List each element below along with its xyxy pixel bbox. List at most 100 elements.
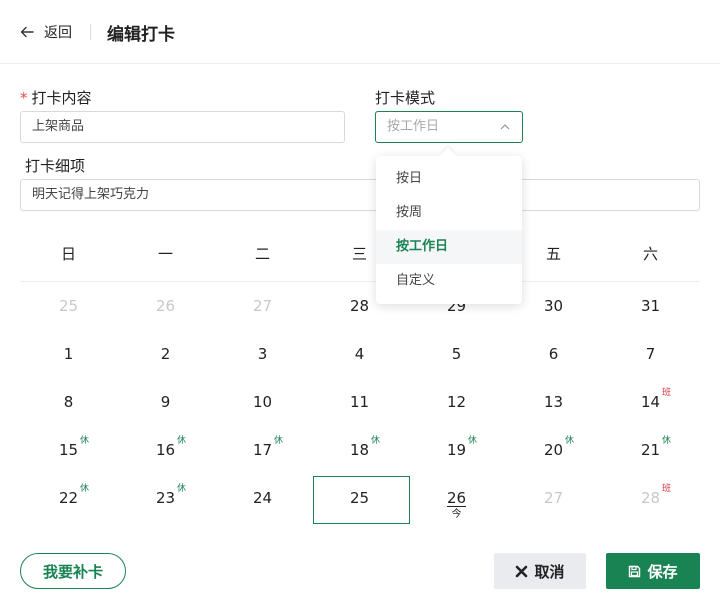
calendar-day[interactable]: 21 休 [602, 426, 699, 474]
calendar-day[interactable]: 2 [117, 330, 214, 378]
header: 返回 编辑打卡 [0, 0, 720, 64]
day-number: 3 [257, 345, 268, 363]
day-number: 23 [155, 489, 176, 507]
day-number: 27 [252, 297, 273, 315]
calendar-weekdays: 日一二三四五六 [20, 230, 700, 282]
mode-option[interactable]: 按周 [376, 196, 522, 230]
calendar-day[interactable]: 10 [214, 378, 311, 426]
calendar-day[interactable]: 26 [117, 282, 214, 330]
calendar-day[interactable]: 3 [214, 330, 311, 378]
rest-day-badge: 休 [565, 436, 575, 446]
day-number: 2 [160, 345, 171, 363]
rest-day-badge: 休 [468, 436, 478, 446]
rest-day-badge: 休 [80, 484, 90, 494]
calendar-day[interactable]: 15 休 [20, 426, 117, 474]
calendar-day[interactable]: 11 [311, 378, 408, 426]
work-day-badge: 班 [662, 484, 672, 494]
calendar-day[interactable]: 23 休 [117, 474, 214, 522]
calendar-day[interactable]: 25 [311, 474, 410, 524]
day-number: 19 [446, 441, 467, 459]
rest-day-badge: 休 [80, 436, 90, 446]
day-number: 11 [349, 393, 370, 411]
weekday-label: 二 [254, 245, 270, 263]
save-button-label: 保存 [647, 562, 678, 581]
content-label-text: 打卡内容 [31, 89, 92, 107]
day-number: 25 [349, 489, 370, 507]
calendar-day[interactable]: 1 [20, 330, 117, 378]
mode-dropdown: 按日 按周 按工作日 自定义 [376, 147, 522, 304]
calendar-day[interactable]: 28 班 [602, 474, 699, 522]
day-number: 15 [58, 441, 79, 459]
calendar-day[interactable]: 5 [408, 330, 505, 378]
rest-day-badge: 休 [371, 436, 381, 446]
cancel-button-label: 取消 [534, 562, 565, 581]
save-icon [629, 565, 641, 577]
detail-input[interactable]: 明天记得上架巧克力 [20, 179, 700, 211]
day-number: 12 [446, 393, 467, 411]
calendar-day[interactable]: 27 [505, 474, 602, 522]
day-number: 24 [252, 489, 273, 507]
day-number: 21 [640, 441, 661, 459]
day-number: 30 [543, 297, 564, 315]
mode-option[interactable]: 自定义 [376, 264, 522, 298]
content-input[interactable]: 上架商品 [20, 111, 345, 143]
weekday-label: 一 [157, 245, 173, 263]
day-number: 31 [640, 297, 661, 315]
mode-option[interactable]: 按日 [376, 162, 522, 196]
back-button[interactable]: 返回 [20, 22, 72, 42]
calendar-day[interactable]: 16 休 [117, 426, 214, 474]
rest-day-badge: 休 [662, 436, 672, 446]
calendar-day[interactable]: 17 休 [214, 426, 311, 474]
rest-day-badge: 休 [274, 436, 284, 446]
calendar-day[interactable]: 20 休 [505, 426, 602, 474]
work-day-badge: 班 [662, 388, 672, 398]
day-number: 4 [354, 345, 365, 363]
calendar-grid: 25 26 27 28 29 30 31 1 2 3 4 5 6 7 8 9 10 11 12 13 14 班 15 休 16 休… [20, 282, 700, 524]
back-label: 返回 [44, 25, 72, 41]
day-number: 13 [543, 393, 564, 411]
day-number: 7 [645, 345, 656, 363]
calendar-day[interactable]: 4 [311, 330, 408, 378]
calendar-day[interactable]: 31 [602, 282, 699, 330]
detail-label: 打卡细项 [25, 157, 86, 175]
day-number: 5 [451, 345, 462, 363]
day-number: 1 [63, 345, 74, 363]
day-number: 6 [548, 345, 559, 363]
day-number: 14 [640, 393, 661, 411]
mode-select[interactable]: 按工作日 [375, 111, 523, 143]
calendar-day[interactable]: 26 今 [408, 474, 505, 522]
day-number: 17 [252, 441, 273, 459]
weekday-label: 日 [60, 245, 76, 263]
chevron-up-icon [500, 124, 510, 130]
day-number: 28 [349, 297, 370, 315]
calendar-day[interactable]: 14 班 [602, 378, 699, 426]
makeup-button[interactable]: 我要补卡 [20, 553, 126, 589]
calendar-day[interactable]: 24 [214, 474, 311, 522]
day-number: 25 [58, 297, 79, 315]
calendar-day[interactable]: 12 [408, 378, 505, 426]
calendar-day[interactable]: 27 [214, 282, 311, 330]
cancel-button[interactable]: 取消 [494, 553, 586, 589]
calendar-day[interactable]: 6 [505, 330, 602, 378]
day-number: 9 [160, 393, 171, 411]
weekday-label: 六 [642, 245, 658, 263]
calendar-day[interactable]: 8 [20, 378, 117, 426]
calendar-day[interactable]: 19 休 [408, 426, 505, 474]
day-number: 22 [58, 489, 79, 507]
calendar-day[interactable]: 18 休 [311, 426, 408, 474]
calendar-day[interactable]: 7 [602, 330, 699, 378]
mode-option[interactable]: 按工作日 [376, 230, 522, 264]
close-icon [516, 565, 528, 577]
day-number: 18 [349, 441, 370, 459]
save-button[interactable]: 保存 [606, 553, 700, 589]
day-number: 10 [252, 393, 273, 411]
calendar-day[interactable]: 22 休 [20, 474, 117, 522]
calendar-day[interactable]: 9 [117, 378, 214, 426]
rest-day-badge: 休 [177, 436, 187, 446]
day-number: 26 [155, 297, 176, 315]
page-title: 编辑打卡 [107, 25, 175, 45]
mode-label: 打卡模式 [375, 89, 436, 107]
calendar-day[interactable]: 13 [505, 378, 602, 426]
calendar-day[interactable]: 25 [20, 282, 117, 330]
required-mark: * [20, 89, 28, 107]
